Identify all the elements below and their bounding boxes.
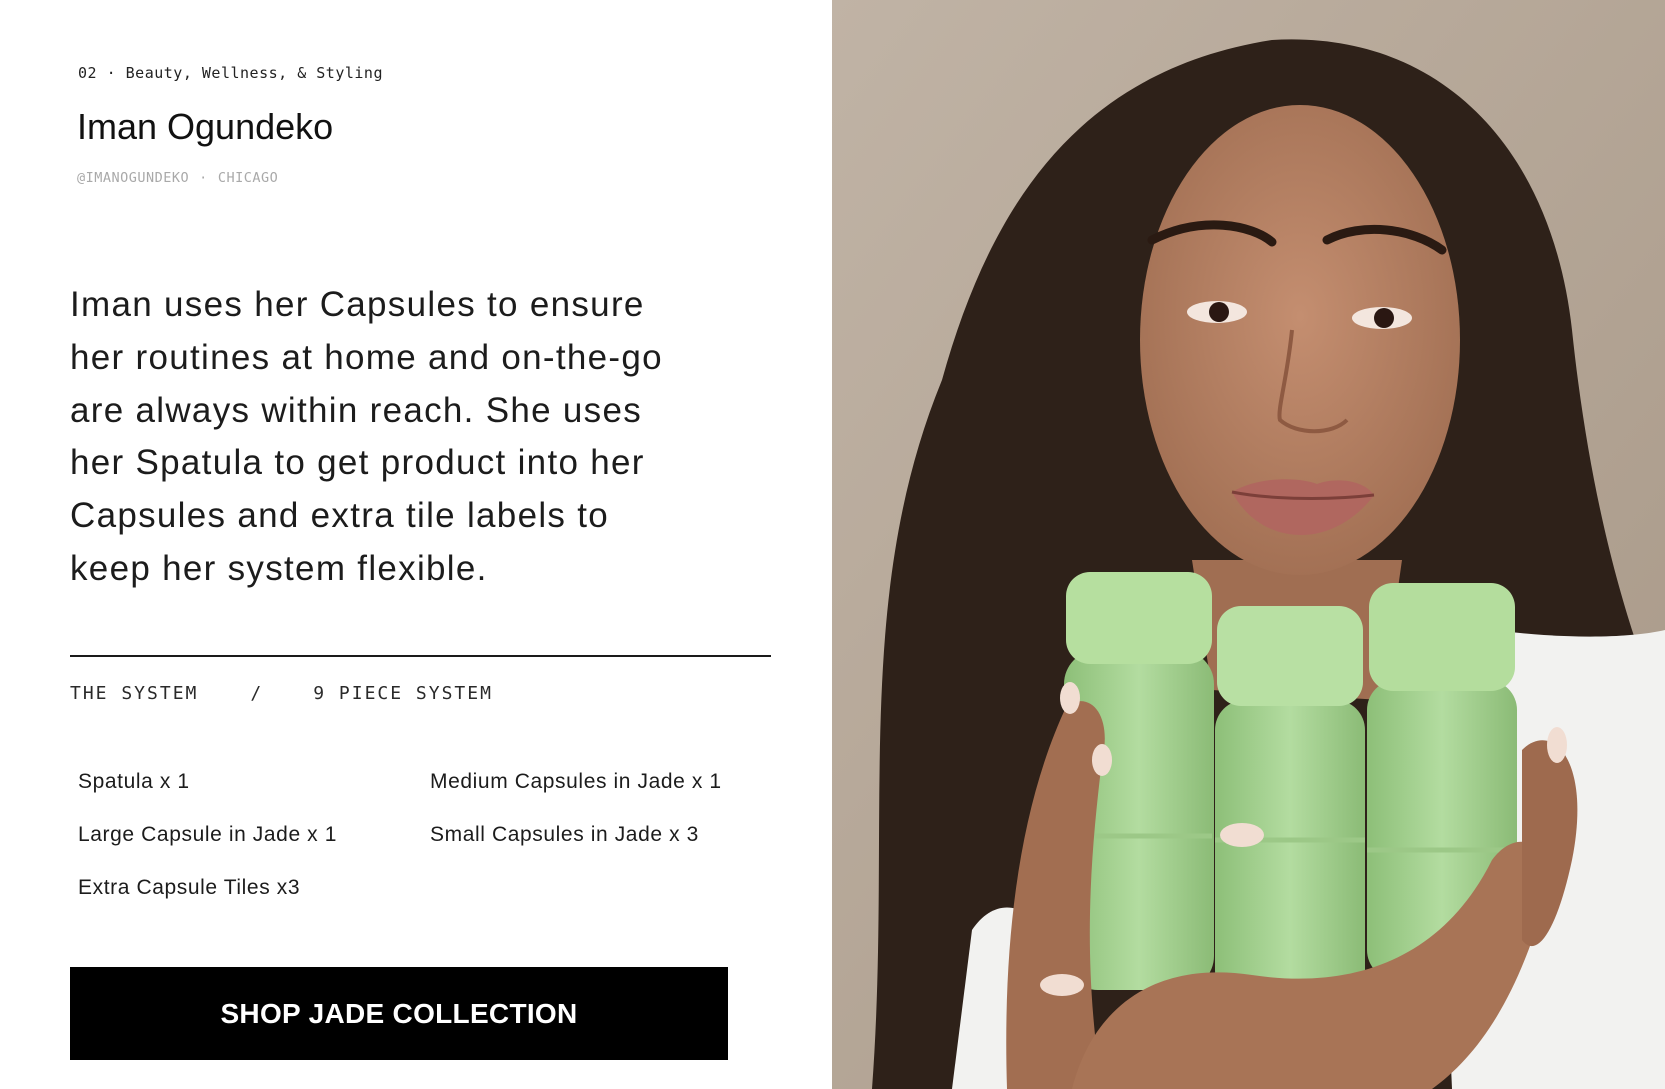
system-item-spatula: Spatula x 1 <box>78 770 190 793</box>
profile-photo <box>832 0 1665 1089</box>
system-heading: THE SYSTEM / 9 PIECE SYSTEM <box>70 683 493 704</box>
quote-line: her routines at home and on-the-go <box>70 337 663 377</box>
system-item-large-capsule: Large Capsule in Jade x 1 <box>78 823 337 846</box>
system-item-medium-capsules: Medium Capsules in Jade x 1 <box>430 770 722 793</box>
system-items-list: Spatula x 1 Medium Capsules in Jade x 1 … <box>78 770 778 920</box>
system-divider: / <box>250 683 264 704</box>
profile-handle: @IMANOGUNDEKO <box>77 170 190 186</box>
profile-quote: Iman uses her Capsules to ensure her rou… <box>70 279 720 596</box>
quote-line: Capsules and extra tile labels to <box>70 496 610 536</box>
portrait-illustration <box>832 0 1665 1089</box>
system-item-small-capsules: Small Capsules in Jade x 3 <box>430 823 699 846</box>
category-eyebrow: 02 · Beauty, Wellness, & Styling <box>78 64 383 82</box>
quote-line: are always within reach. She uses <box>70 390 643 430</box>
profile-name: Iman Ogundeko <box>77 106 334 147</box>
shop-jade-collection-button[interactable]: SHOP JADE COLLECTION <box>70 967 728 1060</box>
quote-line: her Spatula to get product into her <box>70 443 645 483</box>
profile-meta: @IMANOGUNDEKO · CHICAGO <box>77 170 278 186</box>
system-label: THE SYSTEM <box>70 683 199 704</box>
meta-separator: · <box>199 170 208 186</box>
profile-panel: 02 · Beauty, Wellness, & Styling Iman Og… <box>0 0 832 1089</box>
system-name: 9 PIECE SYSTEM <box>313 683 493 704</box>
quote-line: keep her system flexible. <box>70 548 488 588</box>
quote-line: Iman uses her Capsules to ensure <box>70 285 645 324</box>
profile-location: CHICAGO <box>217 170 279 186</box>
section-divider <box>70 655 771 657</box>
system-item-extra-tiles: Extra Capsule Tiles x3 <box>78 876 301 899</box>
